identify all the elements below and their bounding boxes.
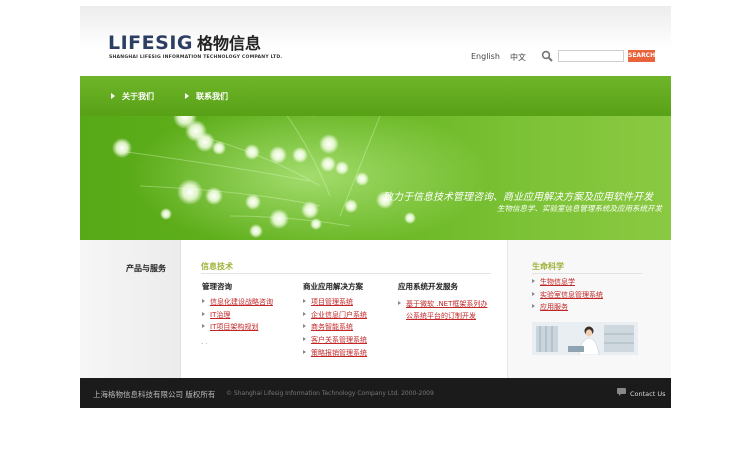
language-chinese-link[interactable]: 中文 bbox=[510, 52, 526, 63]
service-link[interactable]: 实验室信息管理系统 bbox=[532, 291, 603, 301]
bullet-icon bbox=[303, 349, 306, 354]
footer-copyright-cn: 上海格物信息科技有限公司 版权所有 bbox=[93, 390, 216, 399]
service-link[interactable]: 策略报销管理系统 bbox=[303, 349, 367, 359]
hero-banner: 关于我们 联系我们 致力于信息技术管理咨询、商业应用解决方案及应用软件开发 生物… bbox=[80, 76, 671, 240]
life-science-links: 生物信息学 实验室信息管理系统 应用服务 bbox=[532, 278, 603, 316]
divider bbox=[532, 273, 642, 274]
footer: 上海格物信息科技有限公司 版权所有 © Shanghai Lifesig Inf… bbox=[80, 378, 671, 408]
service-link-label: 企业信息门户系统 bbox=[311, 310, 367, 319]
service-link-label: 信息化建设战略咨询 bbox=[210, 298, 273, 306]
main-content: 产品与服务 信息技术 管理咨询 信息化建设战略咨询 IT治理 IT项目架构规划 … bbox=[80, 240, 671, 378]
bullet-icon bbox=[202, 299, 205, 303]
service-link[interactable]: 项目管理系统 bbox=[303, 298, 367, 308]
divider bbox=[201, 273, 491, 274]
service-link[interactable]: 基于微软 .NET框架系列办公系统平台的订制开发 bbox=[398, 298, 492, 322]
it-section-title: 信息技术 bbox=[201, 262, 233, 271]
bullet-icon bbox=[303, 311, 306, 316]
service-link-label: 商务智能系统 bbox=[311, 323, 353, 332]
service-link-label: 项目管理系统 bbox=[311, 298, 353, 306]
column-heading-solutions: 商业应用解决方案 bbox=[303, 282, 363, 291]
service-link[interactable]: 信息化建设战略咨询 bbox=[202, 298, 273, 308]
lab-photo bbox=[532, 322, 638, 355]
service-link[interactable]: 企业信息门户系统 bbox=[303, 311, 367, 321]
service-link-label: 实验室信息管理系统 bbox=[540, 290, 603, 299]
service-link-label: 客户关系管理系统 bbox=[311, 336, 367, 345]
nav-item-label: 关于我们 bbox=[122, 92, 154, 101]
magnifier-icon bbox=[541, 50, 553, 62]
service-link-label: IT项目架构规划 bbox=[210, 323, 259, 332]
language-english-link[interactable]: English bbox=[471, 52, 500, 61]
life-science-section: 生命科学 生物信息学 实验室信息管理系统 应用服务 bbox=[507, 240, 671, 378]
service-link[interactable]: 生物信息学 bbox=[532, 278, 603, 288]
logo-chinese-name: 格物信息 bbox=[196, 34, 261, 53]
life-science-title: 生命科学 bbox=[532, 262, 564, 271]
service-link[interactable]: 客户关系管理系统 bbox=[303, 336, 367, 346]
search-input[interactable] bbox=[558, 50, 624, 62]
arrow-right-icon bbox=[111, 93, 115, 99]
contact-us-link[interactable]: Contact Us bbox=[630, 390, 666, 398]
it-section: 信息技术 管理咨询 信息化建设战略咨询 IT治理 IT项目架构规划 . . 商业… bbox=[181, 240, 507, 378]
service-link[interactable]: 应用服务 bbox=[532, 303, 603, 313]
decorative-dots: . . bbox=[201, 338, 208, 346]
bullet-icon bbox=[303, 299, 306, 303]
search-button[interactable]: SEARCH bbox=[628, 50, 655, 62]
bullet-icon bbox=[202, 311, 205, 316]
products-sidebar: 产品与服务 bbox=[80, 240, 181, 378]
chat-bubble-icon bbox=[617, 388, 626, 396]
logo-company-name: SHANGHAI LIFESIG INFORMATION TECHNOLOGY … bbox=[109, 55, 283, 60]
nav-item-label: 联系我们 bbox=[196, 92, 228, 101]
products-title: 产品与服务 bbox=[126, 264, 166, 273]
logo-wordmark: LIFESIG bbox=[108, 32, 193, 54]
nav-item-contact[interactable]: 联系我们 bbox=[185, 91, 228, 102]
banner-slogan: 致力于信息技术管理咨询、商业应用解决方案及应用软件开发 bbox=[383, 192, 653, 203]
nav-item-about[interactable]: 关于我们 bbox=[111, 91, 154, 102]
service-link[interactable]: 商务智能系统 bbox=[303, 323, 367, 333]
column-heading-consulting: 管理咨询 bbox=[202, 282, 232, 291]
logo[interactable]: LIFESIG 格物信息 bbox=[108, 30, 261, 54]
page: LIFESIG 格物信息 SHANGHAI LIFESIG INFORMATION… bbox=[80, 6, 671, 408]
bullet-icon bbox=[532, 304, 535, 308]
service-link-label: 策略报销管理系统 bbox=[311, 348, 367, 357]
footer-copyright-en: © Shanghai Lifesig Information Technolog… bbox=[226, 390, 434, 397]
service-link-label: 应用服务 bbox=[540, 303, 568, 311]
service-link-label: IT治理 bbox=[210, 310, 231, 319]
bullet-icon bbox=[532, 279, 535, 283]
bullet-icon bbox=[202, 324, 205, 329]
banner-subtitle: 生物信息学、实验室信息管理系统及应用系统开发 bbox=[497, 204, 662, 213]
service-link[interactable]: IT项目架构规划 bbox=[202, 323, 273, 333]
bullet-icon bbox=[303, 324, 306, 329]
solutions-links: 项目管理系统 企业信息门户系统 商务智能系统 客户关系管理系统 策略报销管理系统 bbox=[303, 298, 367, 361]
bullet-icon bbox=[398, 301, 401, 305]
consulting-links: 信息化建设战略咨询 IT治理 IT项目架构规划 bbox=[202, 298, 273, 336]
main-nav: 关于我们 联系我们 bbox=[80, 76, 671, 116]
bullet-icon bbox=[532, 291, 535, 296]
development-links: 基于微软 .NET框架系列办公系统平台的订制开发 bbox=[398, 298, 492, 325]
service-link[interactable]: IT治理 bbox=[202, 311, 273, 321]
service-link-label: 基于微软 .NET框架系列办公系统平台的订制开发 bbox=[406, 300, 488, 320]
service-link-label: 生物信息学 bbox=[540, 278, 575, 286]
header: LIFESIG 格物信息 SHANGHAI LIFESIG INFORMATION… bbox=[80, 6, 671, 76]
arrow-right-icon bbox=[185, 93, 189, 99]
bullet-icon bbox=[303, 337, 306, 342]
column-heading-development: 应用系统开发服务 bbox=[398, 282, 458, 291]
